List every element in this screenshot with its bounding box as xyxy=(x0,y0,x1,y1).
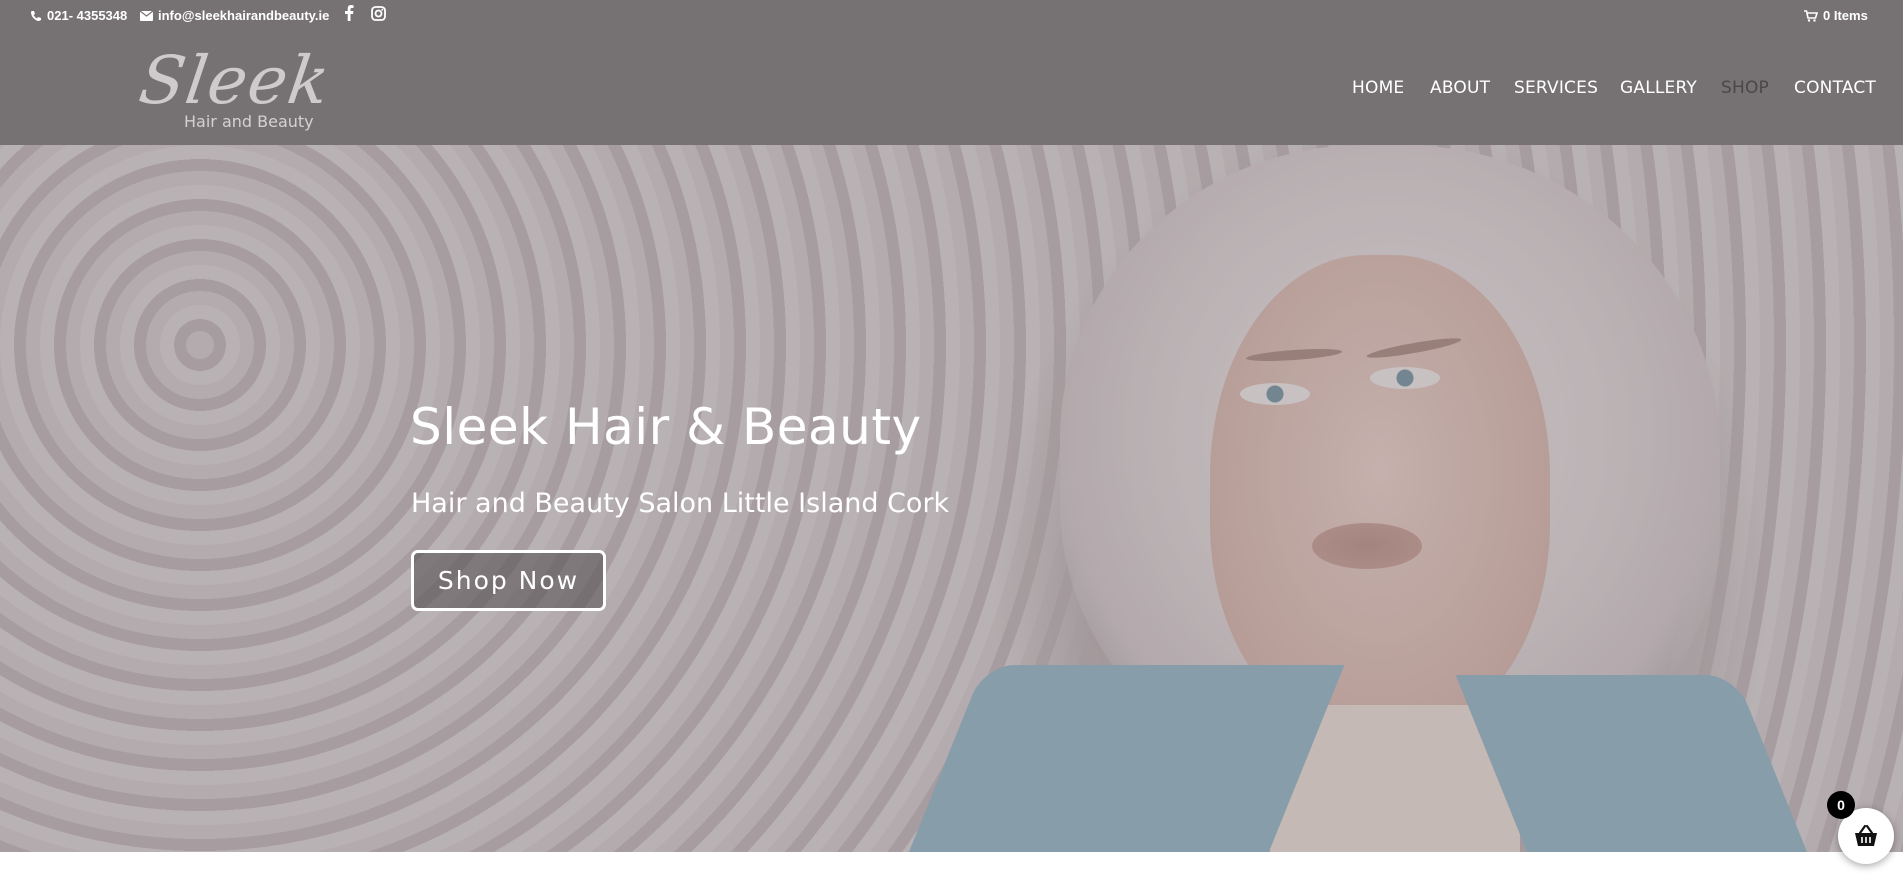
nav-shop[interactable]: SHOP xyxy=(1721,78,1769,98)
email-link[interactable]: info@sleekhairandbeauty.ie xyxy=(140,8,329,23)
logo-subtitle: Hair and Beauty xyxy=(184,112,314,131)
phone-number: 021- 4355348 xyxy=(47,8,128,23)
main-nav: HOME ABOUT SERVICES GALLERY SHOP CONTACT xyxy=(0,78,1903,102)
email-address: info@sleekhairandbeauty.ie xyxy=(158,8,330,23)
top-cart-link[interactable]: 0 Items xyxy=(1804,8,1868,23)
hero-section: Sleek Hair & Beauty Hair and Beauty Salo… xyxy=(0,145,1903,852)
nav-home[interactable]: HOME xyxy=(1352,78,1404,98)
floating-cart-count: 0 xyxy=(1827,791,1855,819)
page: 021- 4355348 info@sleekhairandbeauty.ie xyxy=(0,0,1903,880)
nav-services[interactable]: SERVICES xyxy=(1514,78,1598,98)
instagram-link[interactable] xyxy=(371,6,386,21)
nav-about[interactable]: ABOUT xyxy=(1430,78,1490,98)
hero-subtitle: Hair and Beauty Salon Little Island Cork xyxy=(411,488,950,519)
site-header: Sleek Hair and Beauty HOME ABOUT SERVICE… xyxy=(0,30,1903,145)
hero-title: Sleek Hair & Beauty xyxy=(410,398,922,456)
envelope-icon xyxy=(140,10,153,21)
facebook-link[interactable] xyxy=(344,5,354,21)
facebook-icon xyxy=(345,5,354,21)
phone-icon xyxy=(31,10,41,21)
page-bottom-strip xyxy=(0,852,1903,880)
phone-link[interactable]: 021- 4355348 xyxy=(30,8,127,23)
hero-overlay xyxy=(0,145,1903,852)
instagram-icon xyxy=(371,6,386,21)
basket-icon xyxy=(1855,824,1877,846)
nav-contact[interactable]: CONTACT xyxy=(1794,78,1876,98)
cart-items-label: 0 Items xyxy=(1823,8,1868,23)
nav-gallery[interactable]: GALLERY xyxy=(1620,78,1697,98)
top-bar: 021- 4355348 info@sleekhairandbeauty.ie xyxy=(0,0,1903,30)
shop-now-button[interactable]: Shop Now xyxy=(411,550,606,611)
hero-background-image xyxy=(0,145,1903,852)
cart-icon xyxy=(1804,9,1818,22)
